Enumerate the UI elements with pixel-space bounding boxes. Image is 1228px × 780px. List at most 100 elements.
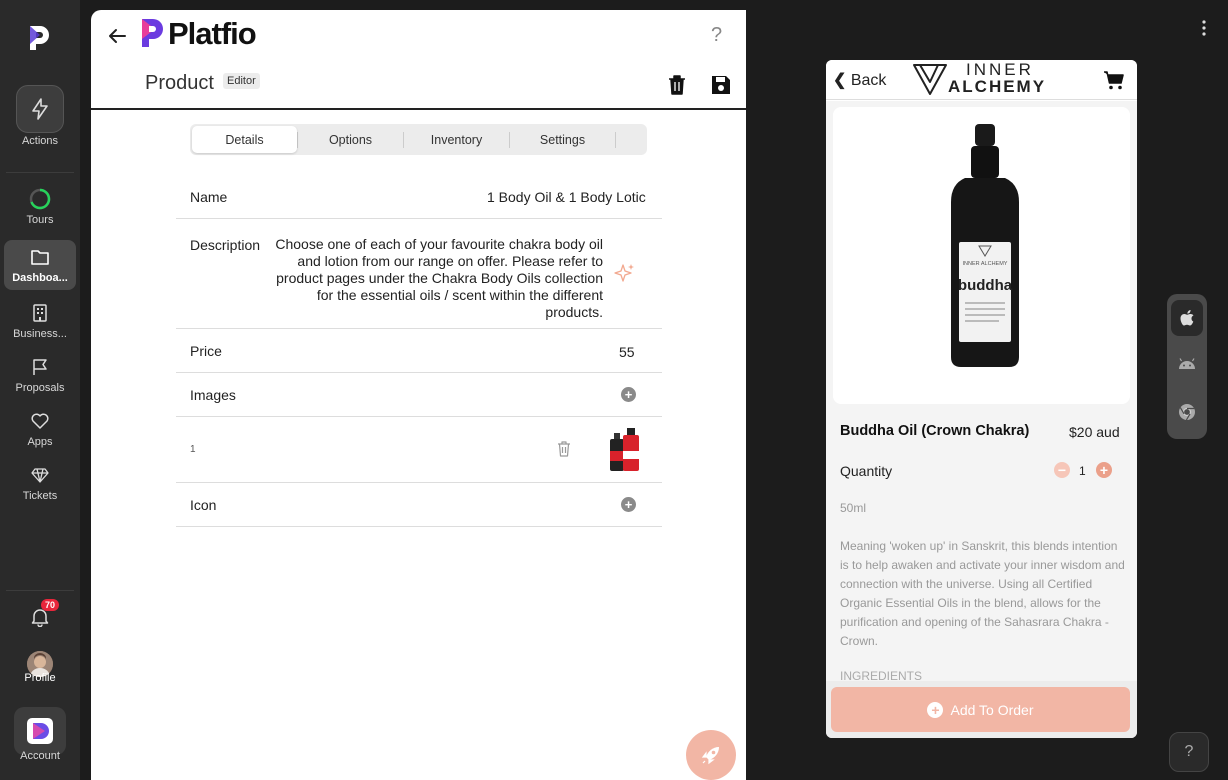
lightning-icon [32,98,48,120]
product-editor-panel: Platfio ? Product Editor Details Options… [91,10,746,780]
account-logo-icon [27,718,53,744]
price-row: Price 55 [176,329,662,373]
sidebar-item-business[interactable]: Business... [4,296,76,346]
image-index: 1 [190,444,196,455]
inner-alchemy-logo-icon [913,64,947,95]
preview-back-button[interactable]: ❮ Back [833,70,886,90]
quantity-increase-button[interactable]: + [1096,462,1112,478]
sidebar-item-label: Tickets [22,490,58,502]
android-icon [1179,358,1195,369]
folder-icon [31,250,49,265]
description-input[interactable]: Choose one of each of your favourite cha… [271,236,603,321]
tab-inventory[interactable]: Inventory [404,126,509,153]
description-label: Description [190,237,261,253]
tab-label: Options [328,132,373,147]
icon-row: Icon + [176,483,662,527]
name-input[interactable]: 1 Body Oil & 1 Body Lotic [487,189,662,205]
plus-circle-icon: + [927,701,944,718]
building-icon [33,304,47,322]
add-icon-button[interactable]: + [621,497,636,512]
platform-web-button[interactable] [1171,394,1203,430]
add-to-order-button[interactable]: + Add To Order [831,687,1130,732]
preview-footer: + Add To Order [826,681,1137,738]
mobile-preview: ❮ Back INNER ALCHEMY INNER ALCHEMY buddh… [826,60,1137,738]
product-price: $20 aud [1069,424,1120,440]
notifications-button[interactable] [4,600,76,634]
platfio-logo-icon[interactable] [28,24,52,50]
sidebar-item-label: Dashboa... [12,272,68,284]
divider [615,131,616,148]
add-image-icon[interactable]: + [621,387,636,402]
help-button[interactable]: ? [711,24,722,47]
divider [6,590,74,591]
product-thumbnail[interactable] [608,425,644,475]
actions-button[interactable] [16,85,64,133]
name-row: Name 1 Body Oil & 1 Body Lotic [176,174,662,219]
sidebar: Actions Tours Dashboa... Business... Pro… [0,0,80,780]
tab-label: Settings [539,132,586,147]
page-title: Product [145,72,214,94]
tab-settings[interactable]: Settings [510,126,615,153]
bottle-name: buddha [958,277,1013,294]
product-image: INNER ALCHEMY buddha [951,124,1019,367]
help-button[interactable]: ? [1169,732,1209,772]
brand-line2: ALCHEMY [948,77,1047,96]
cart-icon[interactable] [1103,69,1125,91]
quantity-label: Quantity [840,463,893,479]
tab-details[interactable]: Details [192,126,297,153]
app-name: Platfio [168,16,257,51]
sidebar-item-account[interactable]: Account [4,750,76,770]
tab-options[interactable]: Options [298,126,403,153]
price-input[interactable]: 55 [619,344,635,360]
editor-header: Platfio ? Product Editor [91,10,746,110]
sidebar-item-label: Business... [13,328,67,340]
image-list-item: 1 [176,417,662,483]
preview-header: ❮ Back INNER ALCHEMY [826,60,1137,100]
bottle-brand: INNER ALCHEMY [963,261,1008,267]
save-icon[interactable] [710,74,732,96]
sidebar-item-profile[interactable]: Profile [4,672,76,692]
product-size: 50ml [840,501,867,515]
sidebar-item-tickets[interactable]: Tickets [4,458,76,508]
platform-android-button[interactable] [1171,346,1203,382]
trash-icon[interactable] [667,74,687,96]
heart-icon [31,413,49,429]
chrome-icon [1179,404,1195,421]
more-menu-icon[interactable] [1200,18,1208,38]
notification-badge: 70 [41,599,60,611]
rocket-icon [701,747,719,765]
sidebar-item-apps[interactable]: Apps [4,404,76,454]
account-button[interactable] [14,707,66,755]
sidebar-item-actions[interactable]: Actions [4,135,76,155]
back-arrow-icon[interactable] [107,26,127,46]
sidebar-item-tours[interactable]: Tours [4,182,76,232]
quantity-decrease-button[interactable]: − [1054,462,1070,478]
product-image-card: INNER ALCHEMY buddha [833,107,1130,404]
sidebar-item-label: Tours [26,214,54,226]
divider [6,172,74,173]
name-label: Name [190,189,228,205]
sidebar-item-proposals[interactable]: Proposals [4,350,76,400]
ai-sparkle-icon[interactable] [614,262,636,284]
editor-tabs: Details Options Inventory Settings [190,124,647,155]
sidebar-item-label: Account [20,750,60,762]
platform-ios-button[interactable] [1171,300,1203,336]
sidebar-item-label: Apps [27,436,53,448]
editor-badge: Editor [223,73,260,89]
launch-button[interactable] [686,730,736,780]
sidebar-item-label: Actions [21,135,59,147]
preview-body: INNER ALCHEMY buddha Buddha Oil (Crown C… [826,101,1137,683]
sidebar-item-label: Proposals [15,382,65,394]
images-label: Images [190,387,236,403]
icon-label: Icon [190,497,217,513]
sidebar-item-label: Profile [24,672,56,684]
diamond-icon [31,468,49,483]
trash-icon[interactable] [557,441,571,457]
tab-label: Inventory [430,132,483,147]
images-row: Images + [176,373,662,417]
price-label: Price [190,343,222,359]
platfio-logo-icon [142,19,163,47]
tab-label: Details [225,132,264,147]
sidebar-item-dashboard[interactable]: Dashboa... [4,240,76,290]
quantity-value: 1 [1079,464,1086,478]
